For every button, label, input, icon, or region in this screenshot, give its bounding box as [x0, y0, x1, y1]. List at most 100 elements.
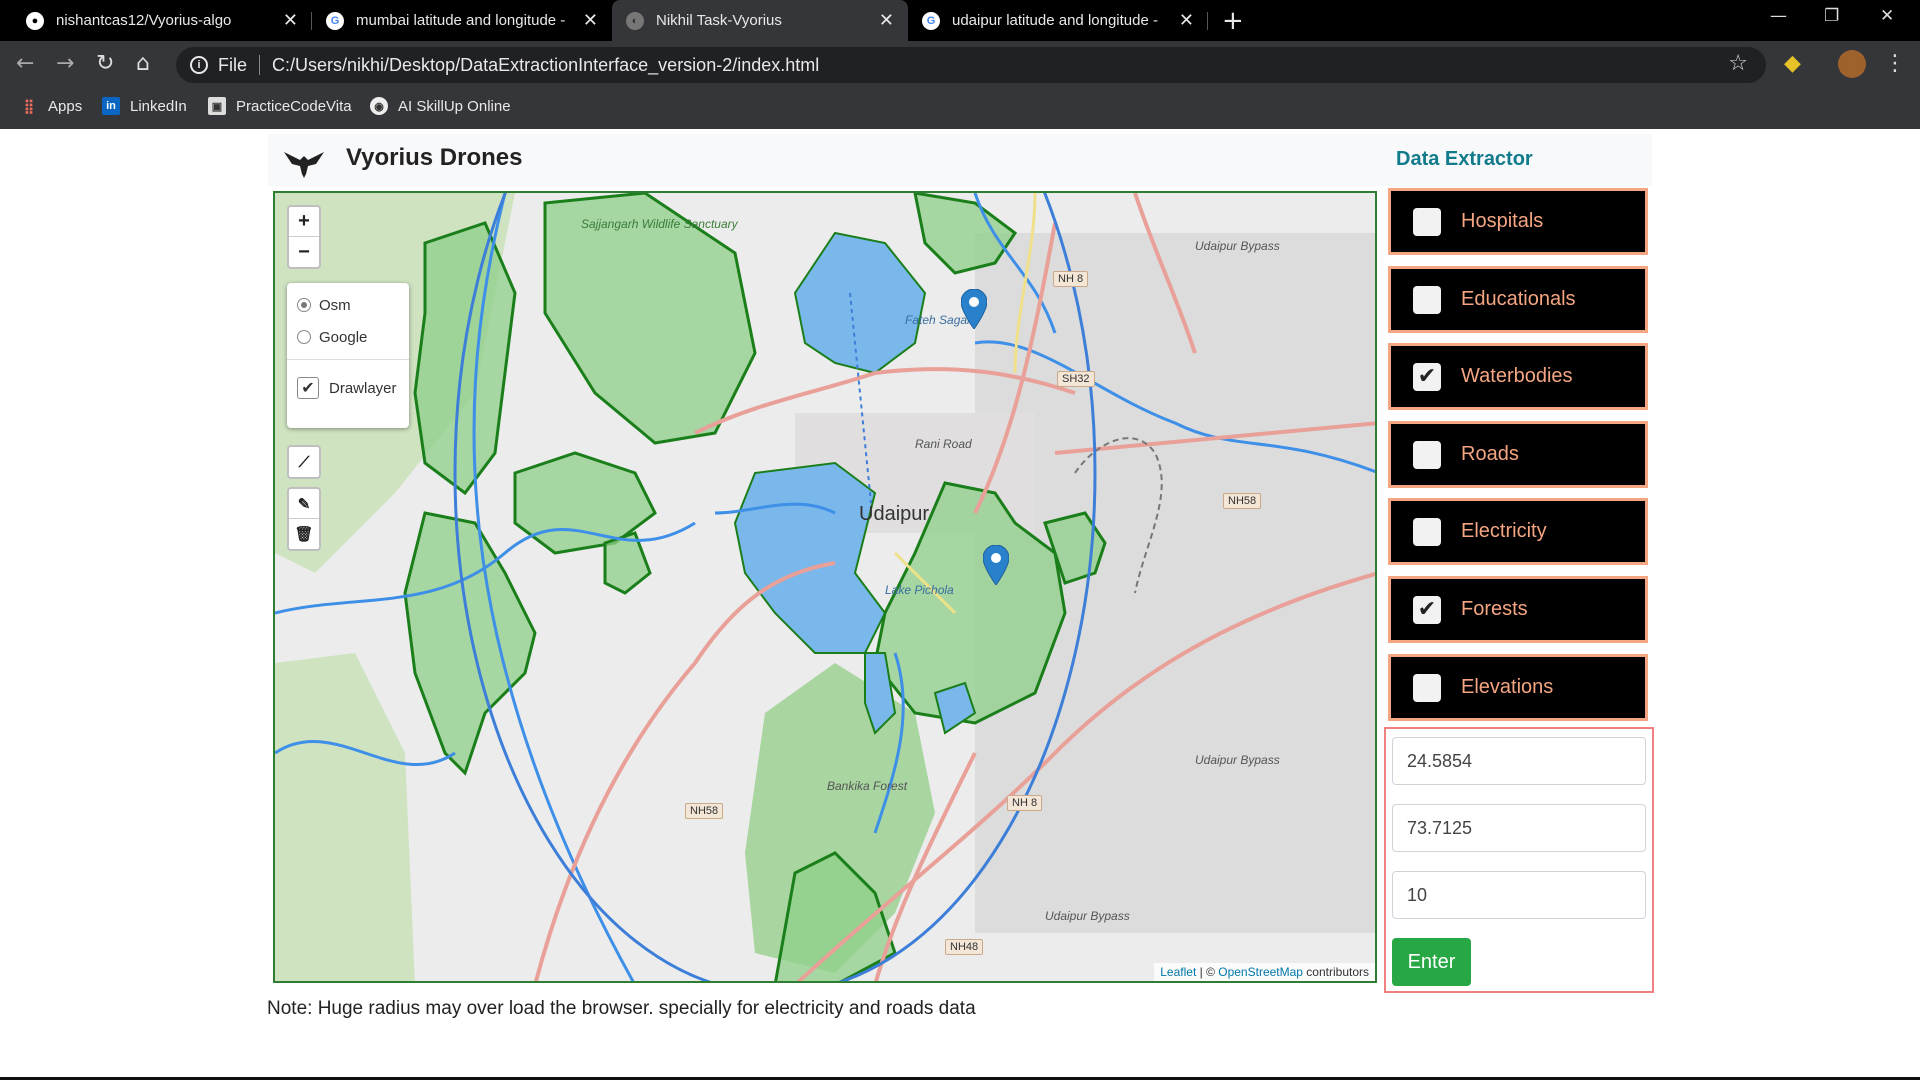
map-marker-icon[interactable] [961, 289, 987, 329]
google-icon: G [922, 11, 940, 30]
category-roads[interactable]: Roads [1388, 421, 1648, 488]
radius-input[interactable]: 10 [1392, 871, 1646, 919]
checkbox-waterbodies[interactable]: ✔ [1413, 362, 1441, 391]
bookmark-label: LinkedIn [130, 97, 187, 115]
close-icon[interactable]: ✕ [879, 10, 894, 31]
forward-icon[interactable]: → [56, 51, 74, 76]
bookmark-label: Apps [48, 97, 83, 115]
bookmarks-bar: ⣿ Apps in LinkedIn ▣ PracticeCodeVita ◉ … [0, 89, 1920, 129]
globe-icon: ◉ [370, 97, 388, 115]
checkbox-educationals[interactable] [1413, 285, 1441, 314]
codevita-icon: ▣ [208, 97, 226, 115]
layer-label: Osm [319, 296, 351, 314]
overlay-drawlayer[interactable]: ✔ Drawlayer [287, 366, 409, 410]
enter-button[interactable]: Enter [1392, 938, 1471, 986]
page-header: Vyorius Drones Data Extractor [268, 134, 1652, 186]
draw-polyline-icon[interactable]: ⟋ [289, 447, 319, 477]
delete-layers-icon[interactable]: 🗑 [289, 519, 319, 549]
map-label-bankika-forest: Bankika Forest [827, 779, 908, 793]
scheme-label: File [218, 54, 248, 75]
reload-icon[interactable]: ↻ [96, 51, 114, 76]
zoom-out-button[interactable]: − [289, 237, 319, 267]
radio-google[interactable] [297, 330, 311, 344]
tab-mumbai[interactable]: G mumbai latitude and longitude - ✕ [312, 0, 612, 41]
map-view[interactable]: Sajjangarh Wildlife Sanctuary Fateh Saga… [273, 191, 1377, 983]
attribution-separator: | © [1196, 965, 1219, 979]
zoom-in-button[interactable]: + [289, 207, 319, 237]
layers-divider [287, 359, 409, 360]
map-label-sanctuary: Sajjangarh Wildlife Sanctuary [581, 217, 738, 231]
category-elevations[interactable]: Elevations [1388, 654, 1648, 721]
extension-icon[interactable]: ◆ [1784, 51, 1801, 76]
category-label: Electricity [1461, 520, 1547, 542]
tab-nikhil-task[interactable]: ◐ Nikhil Task-Vyorius ✕ [612, 0, 908, 41]
checkbox-electricity[interactable] [1413, 517, 1441, 546]
edit-layers-icon[interactable]: ✎ [289, 489, 319, 519]
bookmark-apps[interactable]: ⣿ Apps [20, 97, 82, 115]
restore-icon[interactable]: ❐ [1824, 6, 1839, 26]
category-label: Waterbodies [1461, 365, 1573, 387]
longitude-input[interactable]: 73.7125 [1392, 804, 1646, 852]
bookmark-linkedin[interactable]: in LinkedIn [102, 97, 187, 115]
brand-name: Vyorius Drones [346, 144, 523, 171]
category-waterbodies[interactable]: ✔ Waterbodies [1388, 343, 1648, 410]
leaflet-link[interactable]: Leaflet [1160, 965, 1196, 979]
tab-udaipur[interactable]: G udaipur latitude and longitude - ✕ [908, 0, 1208, 41]
close-icon[interactable]: ✕ [1179, 10, 1194, 31]
checkbox-hospitals[interactable] [1413, 207, 1441, 236]
github-icon: ● [26, 11, 44, 30]
tab-github[interactable]: ● nishantcas12/Vyorius-algo ✕ [12, 0, 312, 41]
new-tab-icon[interactable]: + [1222, 6, 1244, 36]
coordinates-form: 24.5854 73.7125 10 Enter [1384, 727, 1654, 993]
category-forests[interactable]: ✔ Forests [1388, 576, 1648, 643]
map-label-lake-pichola: Lake Pichola [885, 583, 954, 597]
checkbox-roads[interactable] [1413, 440, 1441, 469]
checkmark-icon[interactable]: ✔ [297, 377, 319, 399]
checkbox-elevations[interactable] [1413, 673, 1441, 702]
map-marker-icon[interactable] [983, 545, 1009, 585]
edit-toolbar: ✎ 🗑 [287, 487, 321, 551]
radio-osm[interactable] [297, 298, 311, 312]
bookmark-skillup[interactable]: ◉ AI SkillUp Online [370, 97, 511, 115]
close-icon[interactable]: ✕ [283, 10, 298, 31]
data-extractor-title: Data Extractor [1396, 148, 1533, 170]
category-educationals[interactable]: Educationals [1388, 266, 1648, 333]
road-shield: NH58 [1223, 493, 1262, 509]
minimize-icon[interactable]: — [1770, 6, 1787, 26]
info-icon[interactable]: i [190, 56, 208, 74]
bookmark-label: AI SkillUp Online [398, 97, 511, 115]
checkbox-forests[interactable]: ✔ [1413, 595, 1441, 624]
category-electricity[interactable]: Electricity [1388, 498, 1648, 565]
performance-note: Note: Huge radius may over load the brow… [267, 998, 976, 1019]
openstreetmap-link[interactable]: OpenStreetMap [1218, 965, 1303, 979]
road-shield: NH 8 [1053, 271, 1089, 287]
map-tiles[interactable] [275, 193, 1377, 983]
tab-title: Nikhil Task-Vyorius [656, 12, 782, 29]
category-label: Elevations [1461, 676, 1554, 698]
category-hospitals[interactable]: Hospitals [1388, 188, 1648, 255]
map-label-udaipur-bypass: Udaipur Bypass [1045, 909, 1130, 923]
close-icon[interactable]: ✕ [583, 10, 598, 31]
tab-separator [1207, 12, 1208, 30]
road-shield: NH58 [685, 803, 724, 819]
bookmark-practicecodevita[interactable]: ▣ PracticeCodeVita [208, 97, 352, 115]
category-label: Educationals [1461, 288, 1576, 310]
layer-option-google[interactable]: Google [287, 321, 409, 353]
category-label: Hospitals [1461, 210, 1544, 232]
latitude-input[interactable]: 24.5854 [1392, 737, 1646, 785]
layer-option-osm[interactable]: Osm [287, 289, 409, 321]
tab-title: udaipur latitude and longitude - [952, 12, 1158, 29]
home-icon[interactable]: ⌂ [136, 51, 150, 76]
address-bar[interactable]: i File C:/Users/nikhi/Desktop/DataExtrac… [176, 47, 1766, 83]
layer-label: Google [319, 328, 368, 346]
layers-control: Osm Google ✔ Drawlayer [287, 283, 409, 428]
window-close-icon[interactable]: ✕ [1880, 6, 1894, 26]
tab-title: mumbai latitude and longitude - [356, 12, 566, 29]
bookmark-star-icon[interactable]: ☆ [1728, 51, 1748, 76]
back-icon[interactable]: ← [16, 51, 34, 76]
menu-icon[interactable]: ⋮ [1884, 51, 1906, 76]
attribution-suffix: contributors [1302, 965, 1369, 979]
avatar[interactable] [1838, 50, 1866, 78]
zoom-control: + − [287, 205, 321, 269]
map-attribution: Leaflet | © OpenStreetMap contributors [1154, 963, 1375, 981]
